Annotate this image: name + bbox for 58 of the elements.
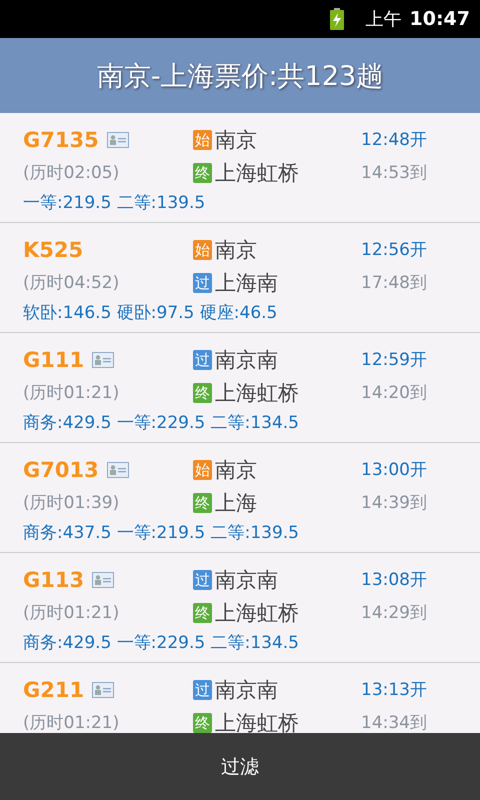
station-badge: 始: [193, 240, 212, 260]
arrival-time: 14:53到: [361, 162, 427, 184]
departure-time: 13:00开: [361, 459, 427, 481]
arrival-time: 14:29到: [361, 602, 427, 624]
station-badge: 终: [193, 492, 212, 512]
price-list: 商务:437.5 一等:219.5 二等:139.5: [23, 521, 480, 544]
departure-time: 12:56开: [361, 239, 427, 261]
page-title: 南京-上海票价:共123趟: [96, 60, 384, 94]
clock-period: 上午: [366, 8, 402, 31]
train-number[interactable]: G7135: [23, 128, 99, 152]
arrival-time: 14:39到: [361, 492, 427, 514]
duration-text: (历时01:21): [23, 602, 120, 624]
departure-station: 南京南: [215, 566, 278, 594]
departure-station: 南京南: [215, 346, 278, 374]
station-badge: 终: [193, 712, 212, 732]
duration-text: (历时01:21): [23, 712, 120, 733]
train-number[interactable]: K525: [23, 238, 84, 262]
station-badge: 始: [193, 130, 212, 150]
train-number[interactable]: G7013: [23, 458, 99, 482]
station-badge: 始: [193, 460, 212, 480]
arrival-time: 14:20到: [361, 382, 427, 404]
station-badge: 终: [193, 602, 212, 622]
price-list: 一等:219.5 二等:139.5: [23, 191, 480, 214]
duration-text: (历时01:21): [23, 382, 120, 404]
arrival-time: 17:48到: [361, 272, 427, 294]
price-list: 软卧:146.5 硬卧:97.5 硬座:46.5: [23, 301, 480, 324]
station-badge: 过: [193, 570, 212, 590]
filter-button[interactable]: 过滤: [0, 733, 480, 800]
arrival-station: 上海虹桥: [215, 600, 299, 626]
arrival-time: 14:34到: [361, 712, 427, 733]
departure-time: 13:13开: [361, 679, 427, 701]
station-badge: 过: [193, 350, 212, 370]
arrival-station: 上海南: [215, 270, 278, 296]
station-badge: 终: [193, 382, 212, 402]
station-badge: 过: [193, 272, 212, 292]
station-badge: 过: [193, 680, 212, 700]
clock-time: 10:47: [410, 8, 470, 30]
departure-time: 12:48开: [361, 129, 427, 151]
departure-station: 南京南: [215, 676, 278, 704]
departure-time: 13:08开: [361, 569, 427, 591]
price-list: 商务:429.5 一等:229.5 二等:134.5: [23, 411, 480, 434]
arrival-station: 上海: [215, 490, 257, 516]
duration-text: (历时01:39): [23, 492, 120, 514]
duration-text: (历时02:05): [23, 162, 120, 184]
train-number[interactable]: G211: [23, 678, 84, 702]
departure-station: 南京: [215, 456, 257, 484]
arrival-station: 上海虹桥: [215, 160, 299, 186]
train-number[interactable]: G113: [23, 568, 84, 592]
departure-station: 南京: [215, 126, 257, 154]
price-list: 商务:429.5 一等:229.5 二等:134.5: [23, 631, 480, 654]
arrival-station: 上海虹桥: [215, 380, 299, 406]
departure-station: 南京: [215, 236, 257, 264]
battery-icon: [330, 8, 344, 30]
departure-time: 12:59开: [361, 349, 427, 371]
duration-text: (历时04:52): [23, 272, 120, 294]
train-number[interactable]: G111: [23, 348, 84, 372]
arrival-station: 上海虹桥: [215, 710, 299, 733]
station-badge: 终: [193, 162, 212, 182]
